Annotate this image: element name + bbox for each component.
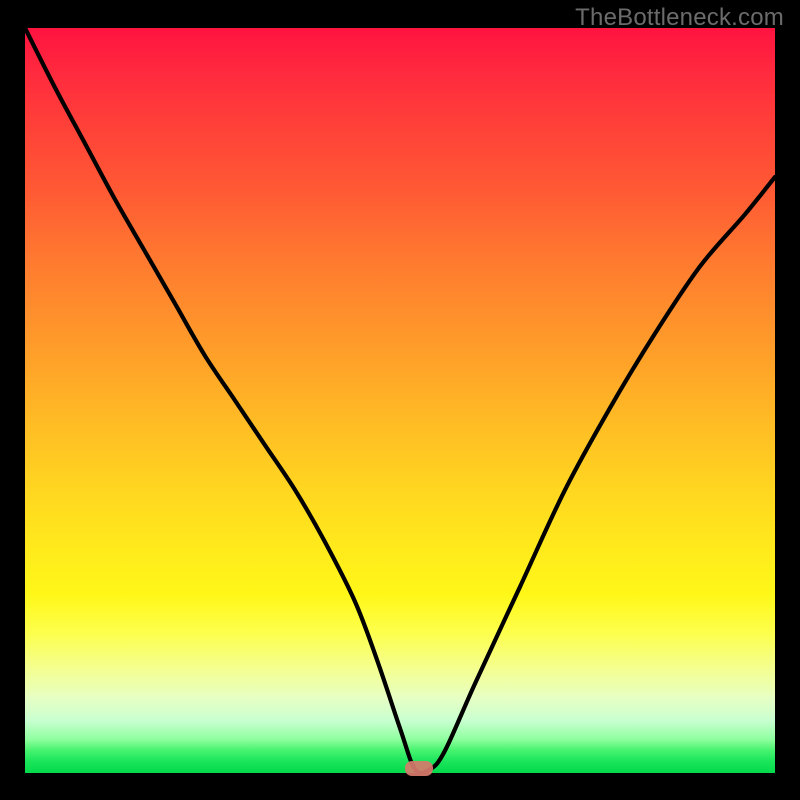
- curve-path: [25, 28, 775, 773]
- chart-frame: TheBottleneck.com: [0, 0, 800, 800]
- optimal-point-marker: [405, 761, 433, 776]
- plot-area: [25, 28, 775, 773]
- bottleneck-curve: [25, 28, 775, 773]
